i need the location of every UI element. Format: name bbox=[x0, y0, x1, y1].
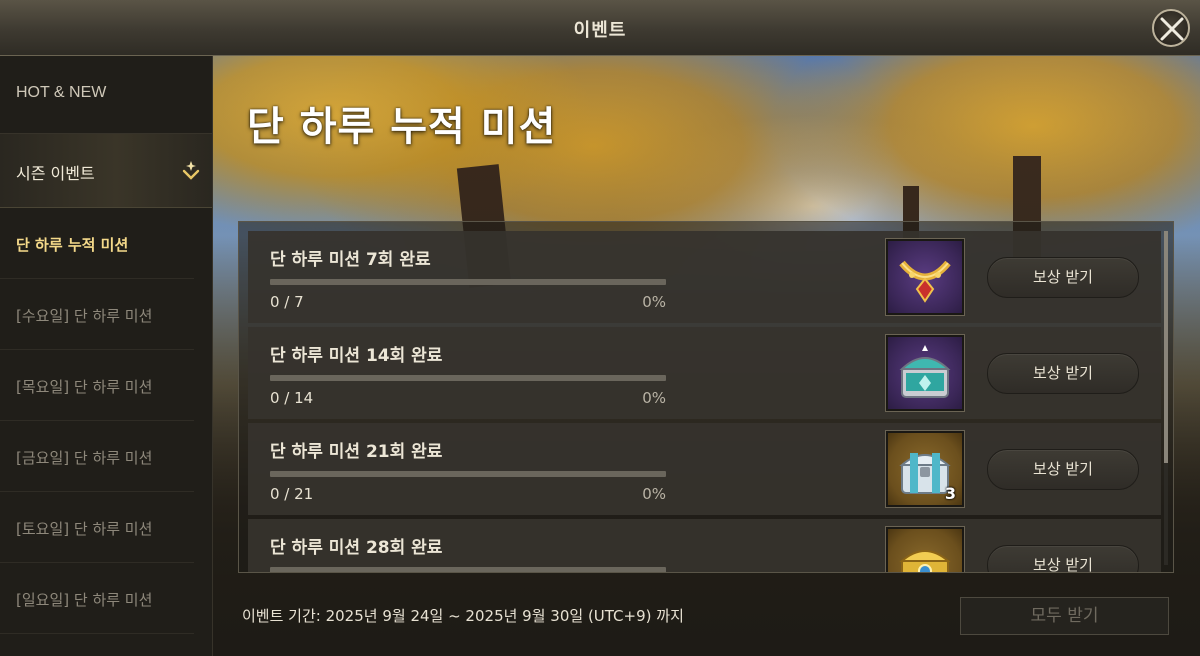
sidebar-item-hot-new[interactable]: HOT & NEW bbox=[0, 56, 212, 134]
scrollbar-thumb[interactable] bbox=[1164, 231, 1168, 463]
progress-bar bbox=[270, 471, 666, 477]
reward-quantity: 3 bbox=[944, 484, 956, 503]
progress-bar bbox=[270, 567, 666, 572]
progress-percent: 0% bbox=[642, 293, 666, 311]
claim-reward-button[interactable]: 보상 받기 bbox=[987, 449, 1139, 490]
mission-list: 단 하루 미션 7회 완료 0 / 7 0% 보상 받기 단 하루 미션 14회 완료 0… bbox=[248, 231, 1161, 572]
claim-reward-button[interactable]: 보상 받기 bbox=[987, 353, 1139, 394]
progress-percent: 0% bbox=[642, 389, 666, 407]
sidebar-item-mission-5[interactable]: [일요일] 단 하루 미션 bbox=[0, 563, 194, 634]
window-title: 이벤트 bbox=[573, 20, 627, 41]
progress-count: 0 / 7 bbox=[270, 293, 304, 311]
claim-reward-button[interactable]: 보상 받기 bbox=[987, 545, 1139, 572]
sidebar-item-mission-1[interactable]: [수요일] 단 하루 미션 bbox=[0, 279, 194, 350]
reward-slot[interactable] bbox=[885, 526, 965, 572]
mission-row: 단 하루 미션 14회 완료 0 / 14 0% 보상 받기 bbox=[248, 327, 1161, 419]
reward-slot[interactable] bbox=[885, 238, 965, 316]
mission-row: 단 하루 미션 21회 완료 0 / 21 0% 3 보상 받기 bbox=[248, 423, 1161, 515]
mission-row: 단 하루 미션 7회 완료 0 / 7 0% 보상 받기 bbox=[248, 231, 1161, 323]
sidebar-item-mission-4[interactable]: [토요일] 단 하루 미션 bbox=[0, 492, 194, 563]
progress-count: 0 / 14 bbox=[270, 389, 314, 407]
event-content: 단 하루 누적 미션 단 하루 미션 7회 완료 0 / 7 0% 보상 받기 단 하루… bbox=[213, 56, 1200, 656]
sidebar: HOT & NEW 시즌 이벤트 단 하루 누적 미션 [수요일] 단 하루 미션… bbox=[0, 56, 213, 656]
mission-title: 단 하루 미션 28회 완료 bbox=[270, 538, 443, 558]
mission-title: 단 하루 미션 7회 완료 bbox=[270, 250, 431, 270]
event-period: 이벤트 기간: 2025년 9월 24일 ~ 2025년 9월 30일 (UTC… bbox=[242, 607, 684, 625]
close-icon bbox=[1160, 17, 1184, 41]
scrollbar[interactable] bbox=[1164, 231, 1168, 565]
progress-count: 0 / 21 bbox=[270, 485, 314, 503]
progress-bar bbox=[270, 279, 666, 285]
sidebar-item-mission-2[interactable]: [목요일] 단 하루 미션 bbox=[0, 350, 194, 421]
reward-slot[interactable] bbox=[885, 334, 965, 412]
claim-all-button[interactable]: 모두 받기 bbox=[960, 597, 1169, 635]
progress-percent: 0% bbox=[642, 485, 666, 503]
mission-title: 단 하루 미션 14회 완료 bbox=[270, 346, 443, 366]
event-title: 단 하루 누적 미션 bbox=[247, 104, 557, 150]
close-button[interactable] bbox=[1152, 9, 1190, 47]
mission-row: 단 하루 미션 28회 완료 보상 받기 bbox=[248, 519, 1161, 572]
claim-reward-button[interactable]: 보상 받기 bbox=[987, 257, 1139, 298]
sidebar-item-mission-3[interactable]: [금요일] 단 하루 미션 bbox=[0, 421, 194, 492]
chevron-down-icon bbox=[182, 161, 200, 180]
mission-title: 단 하루 미션 21회 완료 bbox=[270, 442, 443, 462]
sidebar-item-label: 시즌 이벤트 bbox=[16, 164, 95, 183]
progress-bar bbox=[270, 375, 666, 381]
mission-list-panel[interactable]: 단 하루 미션 7회 완료 0 / 7 0% 보상 받기 단 하루 미션 14회 완료 0… bbox=[238, 221, 1174, 573]
title-bar: 이벤트 bbox=[0, 0, 1200, 56]
sidebar-item-season-event[interactable]: 시즌 이벤트 bbox=[0, 134, 212, 208]
reward-slot[interactable]: 3 bbox=[885, 430, 965, 508]
sidebar-item-mission-0[interactable]: 단 하루 누적 미션 bbox=[0, 208, 194, 279]
